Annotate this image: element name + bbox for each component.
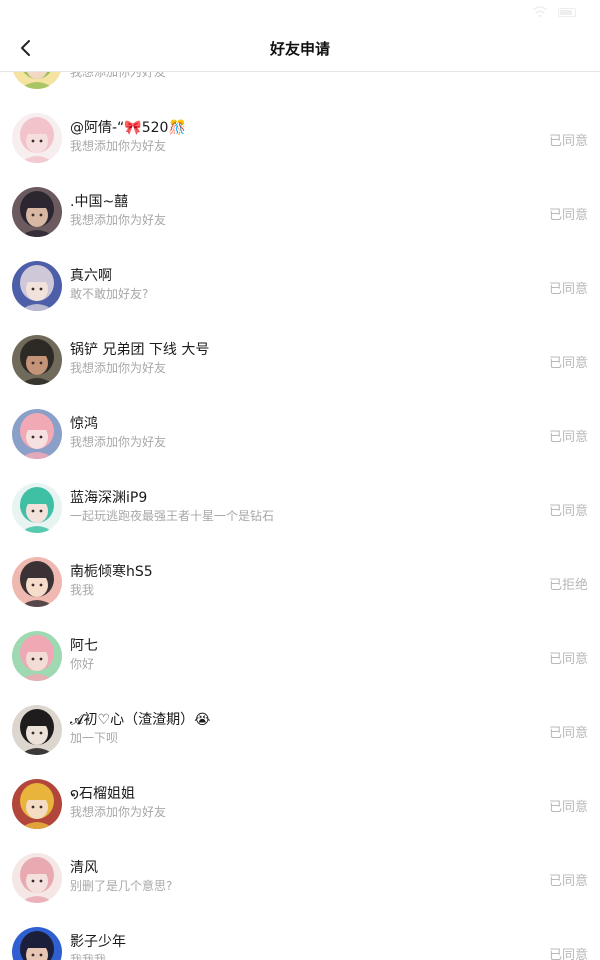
friend-request-item[interactable]: 阿七你好 已同意 xyxy=(0,619,600,693)
request-status: 已同意 xyxy=(548,430,588,445)
request-status: 已同意 xyxy=(548,874,588,889)
friend-request-item[interactable]: 南栀倾寒hS5 我我 已拒绝 xyxy=(0,545,600,619)
request-message: 你好 xyxy=(70,657,95,671)
requester-name: 南栀倾寒hS5 xyxy=(70,564,153,580)
status-bar xyxy=(0,0,600,24)
request-status: 已同意 xyxy=(548,948,588,960)
request-status: 已拒绝 xyxy=(548,578,588,593)
avatar[interactable] xyxy=(12,187,62,237)
avatar[interactable] xyxy=(12,409,62,459)
friend-request-item[interactable]: 𝓐初♡心（渣渣期）😭 加一下呗 已同意 xyxy=(0,693,600,767)
avatar[interactable] xyxy=(12,705,62,755)
request-message: 我想添加你为好友 xyxy=(70,139,167,153)
request-status: 已同意 xyxy=(548,504,588,519)
friend-request-item[interactable]: .中国~囍我想添加你为好友 已同意 xyxy=(0,175,600,249)
requester-name: 𝓐初♡心（渣渣期）😭 xyxy=(70,712,211,728)
requester-name: ໑石榴姐姐 xyxy=(70,786,135,802)
request-status: 已同意 xyxy=(548,652,588,667)
wifi-icon xyxy=(532,6,548,18)
battery-icon xyxy=(558,7,576,17)
requester-name: @阿倩-“🎀520🎊 xyxy=(70,120,186,136)
friend-request-item[interactable]: @阿倩-“🎀520🎊 我想添加你为好友 已同意 xyxy=(0,101,600,175)
page-title: 好友申请 xyxy=(269,39,330,58)
chevron-left-icon xyxy=(21,40,30,56)
status-indicators xyxy=(532,6,576,18)
requester-name: 清风 xyxy=(70,860,98,876)
request-status: 已同意 xyxy=(548,726,588,741)
avatar[interactable] xyxy=(12,557,62,607)
avatar[interactable] xyxy=(12,483,62,533)
friend-request-item[interactable]: 锅铲 兄弟团 下线 大号 我想添加你为好友 已同意 xyxy=(0,323,600,397)
requester-name: 阿七 xyxy=(70,638,98,654)
avatar[interactable] xyxy=(12,261,62,311)
friend-request-item[interactable]: 真六啊敢不敢加好友? 已同意 xyxy=(0,249,600,323)
request-status: 已同意 xyxy=(548,356,588,371)
friend-request-item[interactable]: 清风别删了是几个意思? 已同意 xyxy=(0,841,600,915)
request-status: 已同意 xyxy=(548,800,588,815)
request-message: 我想添加你为好友 xyxy=(70,361,167,375)
request-message: 我想添加你为好友 xyxy=(70,805,167,819)
friend-request-item[interactable]: ໑石榴姐姐我想添加你为好友 已同意 xyxy=(0,767,600,841)
request-message: 别删了是几个意思? xyxy=(70,879,173,893)
requester-name: 真六啊 xyxy=(70,268,112,284)
back-button[interactable] xyxy=(12,34,40,62)
request-message: 我我 xyxy=(70,583,95,597)
request-message: 我我我 xyxy=(70,953,107,960)
request-message: 加一下呗 xyxy=(70,731,119,745)
avatar[interactable] xyxy=(12,927,62,960)
requester-name: 惊鸿 xyxy=(70,416,98,432)
request-message: 一起玩逃跑夜最强王者十星一个是钻石 xyxy=(70,509,275,523)
request-status: 已同意 xyxy=(548,282,588,297)
request-message: 我想添加你为好友 xyxy=(70,213,167,227)
friend-request-list: 我想添加你为好友 @阿倩-“🎀520🎊 我想添加你为好友 已同意 .中国~囍 我想添加你为… xyxy=(0,27,600,960)
friend-requests-screen: 我想添加你为好友 @阿倩-“🎀520🎊 我想添加你为好友 已同意 .中国~囍 我想添加你为… xyxy=(0,0,600,960)
requester-name: 蓝海深渊iP9 xyxy=(70,490,148,506)
avatar[interactable] xyxy=(12,853,62,903)
avatar[interactable] xyxy=(12,335,62,385)
request-status: 已同意 xyxy=(548,208,588,223)
friend-request-item[interactable]: 惊鸿我想添加你为好友 已同意 xyxy=(0,397,600,471)
friend-request-item[interactable]: 影子少年我我我 已同意 xyxy=(0,915,600,960)
navigation-header: 好友申请 xyxy=(0,24,600,72)
request-status: 已同意 xyxy=(548,134,588,149)
requester-name: 影子少年 xyxy=(70,934,126,950)
request-message: 敢不敢加好友? xyxy=(70,287,149,301)
requester-name: .中国~囍 xyxy=(70,194,129,210)
avatar[interactable] xyxy=(12,631,62,681)
requester-name: 锅铲 兄弟团 下线 大号 xyxy=(70,342,210,358)
avatar[interactable] xyxy=(12,113,62,163)
request-message: 我想添加你为好友 xyxy=(70,435,167,449)
friend-request-item[interactable]: 蓝海深渊iP9 一起玩逃跑夜最强王者十星一个是钻石 已同意 xyxy=(0,471,600,545)
avatar[interactable] xyxy=(12,779,62,829)
